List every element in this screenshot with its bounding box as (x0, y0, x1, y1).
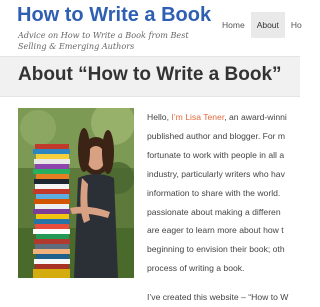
site-tagline: Advice on How to Write a Book from Best … (18, 30, 189, 51)
page-title: About “How to Write a Book” (18, 64, 282, 85)
bio-line: are eager to learn more about how t (147, 225, 284, 236)
bio-line: process of writing a book. (147, 263, 245, 274)
site-title[interactable]: How to Write a Book (17, 4, 211, 27)
bio-line: published author and blogger. For m (147, 130, 286, 141)
nav-item-about[interactable]: About (250, 12, 285, 38)
bio-line: information to share with the world. (147, 187, 281, 198)
bio-paragraph-1: Hello, I’m Lisa Tener, an award-winni pu… (147, 108, 317, 278)
nav-item-home[interactable]: Home (216, 12, 251, 38)
bio-text: Hello, I’m Lisa Tener, an award-winni pu… (147, 108, 317, 307)
bio-line: industry, particularly writers who hav (147, 168, 285, 179)
bio-line: I’ve created this website – “How to W (147, 292, 289, 303)
bio-line: fortunate to work with people in all a (147, 149, 285, 160)
page-title-band: About “How to Write a Book” (0, 56, 300, 97)
site-header: How to Write a Book Advice on How to Wri… (0, 0, 308, 56)
bio-paragraph-2: I’ve created this website – “How to W (147, 288, 317, 307)
nav-item-how[interactable]: Ho (284, 12, 308, 38)
author-photo (18, 108, 134, 278)
bio-line-1-rest: , an award-winni (224, 112, 287, 122)
author-link[interactable]: I’m Lisa Tener (171, 112, 224, 122)
main-nav: Home About Ho (216, 12, 308, 38)
bio-greeting: Hello, (147, 112, 172, 122)
bio-line: beginning to envision their book; oth (147, 244, 285, 255)
bio-line: Hello, I’m Lisa Tener, an award-winni (147, 108, 317, 127)
bio-line: passionate about making a differen (147, 206, 281, 217)
